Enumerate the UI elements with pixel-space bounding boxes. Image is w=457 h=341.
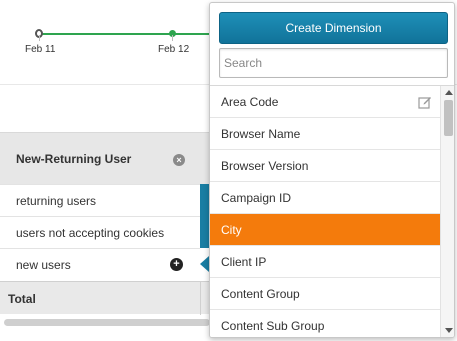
dimension-list: Area Code Browser Name Browser Version C… (210, 86, 440, 337)
column-header-label: New-Returning User (16, 152, 132, 166)
edit-icon[interactable] (418, 95, 432, 109)
dimension-item-campaign-id[interactable]: Campaign ID (210, 182, 440, 214)
x-axis-label-feb-12: Feb 12 (158, 44, 190, 55)
dimension-item-label: Campaign ID (221, 191, 292, 205)
dimension-item-browser-name[interactable]: Browser Name (210, 118, 440, 150)
search-input[interactable] (219, 48, 448, 78)
column-separator (200, 282, 201, 315)
scroll-down-arrow-icon[interactable] (445, 328, 453, 333)
vertical-scrollbar[interactable] (440, 86, 454, 337)
dimension-item-area-code[interactable]: Area Code (210, 86, 440, 118)
dimension-item-client-ip[interactable]: Client IP (210, 246, 440, 278)
x-axis-tick (172, 35, 173, 41)
dropdown-pointer (200, 256, 209, 272)
dimension-item-label: Browser Version (221, 159, 309, 173)
dimension-item-content-group[interactable]: Content Group (210, 278, 440, 310)
dimension-item-city[interactable]: City (210, 214, 440, 246)
dimension-item-label: Content Group (221, 287, 300, 301)
table-column-header: New-Returning User × (0, 132, 210, 184)
dimension-item-label: City (221, 223, 242, 237)
close-circle-icon[interactable]: × (173, 154, 185, 166)
dimension-item-label: Client IP (221, 255, 267, 269)
dimension-item-label: Area Code (221, 95, 279, 109)
horizontal-scrollbar[interactable] (4, 319, 210, 326)
row-label: returning users (16, 194, 97, 208)
row-label: users not accepting cookies (16, 226, 165, 240)
plus-circle-icon[interactable]: + (170, 258, 183, 271)
dimension-item-label: Content Sub Group (221, 319, 325, 333)
chart-series-line (38, 33, 210, 35)
x-axis-label-feb-11: Feb 11 (25, 44, 56, 55)
create-dimension-button[interactable]: Create Dimension (219, 12, 448, 44)
total-row: Total (0, 281, 210, 315)
scroll-up-arrow-icon[interactable] (445, 90, 453, 95)
table-row[interactable]: returning users (0, 184, 200, 216)
x-axis-tick (39, 35, 40, 41)
row-label: new users (16, 258, 71, 272)
dimension-item-label: Browser Name (221, 127, 301, 141)
total-label: Total (8, 292, 36, 306)
table-row[interactable]: users not accepting cookies (0, 216, 200, 248)
dimension-item-content-sub-group[interactable]: Content Sub Group (210, 310, 440, 337)
scrollbar-thumb[interactable] (444, 100, 453, 136)
dimension-dropdown: Create Dimension Area Code Browser Name … (209, 2, 455, 338)
dimension-item-browser-version[interactable]: Browser Version (210, 150, 440, 182)
